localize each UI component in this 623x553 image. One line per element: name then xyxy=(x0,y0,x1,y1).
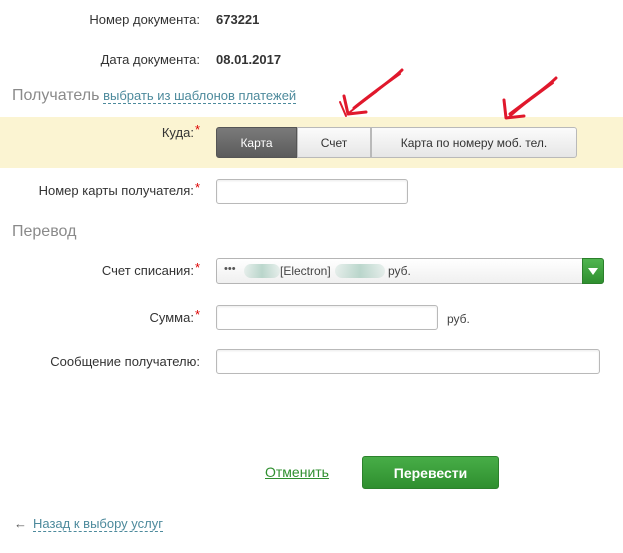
required-mark: * xyxy=(194,260,200,275)
annotation-arrow-icon xyxy=(339,68,404,117)
account-label-wrap: Счет списания:* xyxy=(0,260,200,278)
account-type: [Electron] xyxy=(280,264,331,278)
amount-input[interactable] xyxy=(216,305,438,330)
destination-label-wrap: Куда:* xyxy=(20,122,200,140)
chevron-down-icon[interactable] xyxy=(582,258,604,284)
masked-number-blur xyxy=(244,264,280,278)
recipient-section-header: Получатель выбрать из шаблонов платежей xyxy=(12,87,297,105)
doc-number-label: Номер документа: xyxy=(89,12,200,27)
arrow-left-icon: ← xyxy=(14,516,27,531)
message-input[interactable] xyxy=(216,349,600,374)
card-number-label-wrap: Номер карты получателя:* xyxy=(0,180,200,198)
required-mark: * xyxy=(194,180,200,195)
doc-number-value: 673221 xyxy=(216,12,260,27)
cancel-link[interactable]: Отменить xyxy=(265,464,329,480)
destination-option-phone-card[interactable]: Карта по номеру моб. тел. xyxy=(371,127,577,158)
back-link-label: Назад к выбору услуг xyxy=(33,516,163,532)
destination-option-card[interactable]: Карта xyxy=(216,127,297,158)
debit-account-select[interactable]: ••• [Electron] руб. xyxy=(216,258,604,284)
destination-label: Куда: xyxy=(161,125,194,140)
doc-date-value: 08.01.2017 xyxy=(216,52,282,67)
message-label: Сообщение получателю: xyxy=(50,354,200,369)
card-number-label: Номер карты получателя: xyxy=(38,183,194,198)
transfer-section-title: Перевод xyxy=(12,223,77,240)
card-number-input[interactable] xyxy=(216,179,408,204)
amount-label-wrap: Сумма:* xyxy=(0,307,200,325)
required-mark: * xyxy=(194,122,200,137)
doc-date-label: Дата документа: xyxy=(100,52,200,67)
amount-currency: руб. xyxy=(447,312,470,326)
destination-option-account[interactable]: Счет xyxy=(297,127,371,158)
templates-link[interactable]: выбрать из шаблонов платежей xyxy=(103,88,297,104)
masked-balance-blur xyxy=(335,264,385,278)
recipient-section-title: Получатель xyxy=(12,87,100,104)
account-currency: руб. xyxy=(388,264,411,278)
required-mark: * xyxy=(194,307,200,322)
account-masked-prefix: ••• xyxy=(224,263,236,275)
amount-label: Сумма: xyxy=(149,310,194,325)
submit-button[interactable]: Перевести xyxy=(362,456,499,489)
back-link[interactable]: ← Назад к выбору услуг xyxy=(14,516,163,532)
account-label: Счет списания: xyxy=(101,263,194,278)
